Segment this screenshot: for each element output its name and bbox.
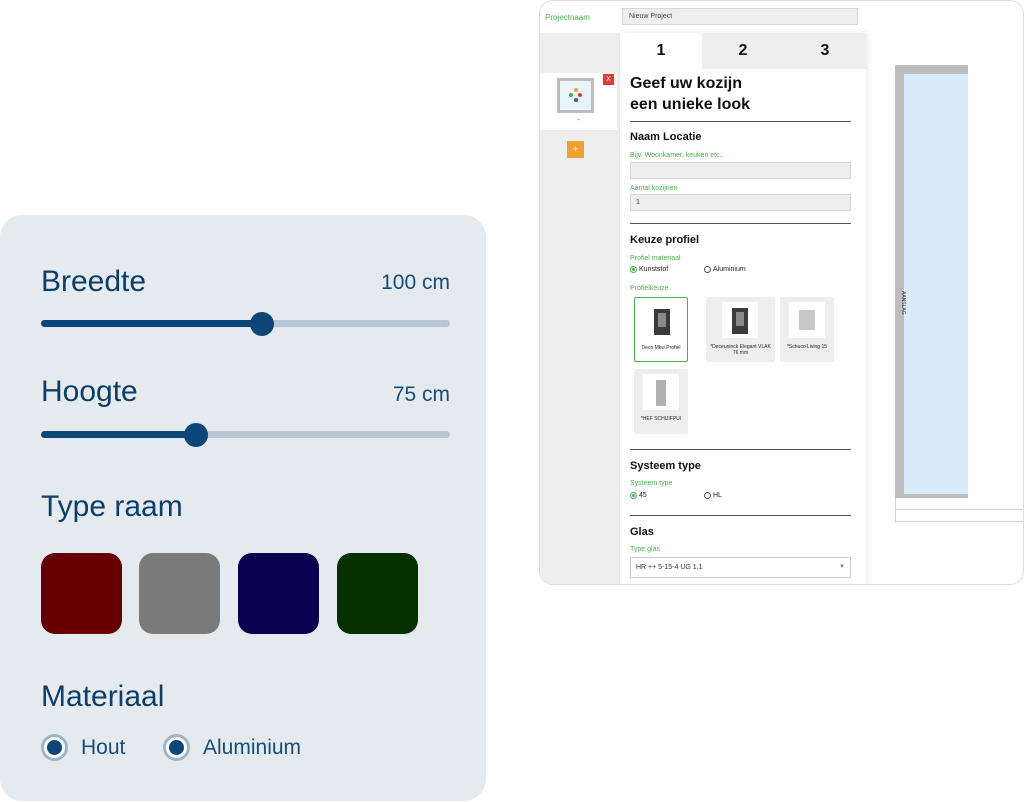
height-value: 75 cm	[392, 383, 450, 406]
width-label: Breedte	[41, 265, 147, 298]
width-value: 100 cm	[381, 271, 450, 294]
profile-image	[643, 374, 679, 410]
project-name-label: Projectnaam	[545, 13, 590, 22]
preview-side-label: AANSLAG	[900, 291, 906, 315]
material-option-label: Aluminium	[713, 266, 746, 273]
height-slider-fill	[41, 431, 196, 438]
chevron-down-icon: ▼	[839, 564, 845, 570]
window-thumbnail	[557, 78, 594, 113]
step-tabs: 1 2 3	[620, 33, 866, 69]
profile-image	[789, 302, 825, 338]
glass-pane	[904, 74, 968, 494]
width-slider[interactable]	[41, 312, 450, 336]
material-option-label: Kunststof	[639, 266, 669, 273]
heading-line-2: een unieke look	[630, 96, 751, 113]
radio-unselected-icon	[704, 266, 711, 273]
heading-line-1: Geef uw kozijn	[630, 75, 743, 92]
dimension-line	[895, 509, 1023, 510]
profile-option[interactable]: *Schuco Living 15	[780, 297, 834, 362]
profile-option-label: Deco Mkw Profiel	[641, 345, 681, 351]
color-swatch-navy[interactable]	[238, 553, 319, 634]
color-swatch-grey[interactable]	[139, 553, 220, 634]
system-option-label: HL	[713, 492, 722, 499]
divider	[630, 223, 851, 224]
material-radio-aluminium[interactable]: Aluminium	[704, 266, 746, 273]
tab-step-3[interactable]: 3	[784, 33, 866, 69]
profile-option[interactable]: *HEF SCHUIFPUI	[634, 369, 688, 434]
width-slider-fill	[41, 320, 262, 327]
profile-choice-label: Profielkeuze	[630, 285, 669, 292]
radio-selected-icon	[630, 266, 637, 273]
profile-option-label: *Schuco Living 15	[786, 344, 828, 350]
radio-selected-icon	[163, 734, 190, 761]
window-type-title: Type raam	[41, 490, 183, 523]
add-window-button[interactable]: +	[567, 141, 584, 158]
material-radio-kunststof[interactable]: Kunststof	[630, 266, 668, 273]
project-name-input[interactable]: Nieuw Project	[622, 8, 858, 25]
divider	[630, 515, 851, 516]
glass-section-title: Glas	[630, 526, 654, 538]
location-name-label: Bijv. Woonkamer, keuken etc..	[630, 152, 724, 159]
tab-step-2[interactable]: 2	[702, 33, 784, 69]
window-count-input[interactable]: 1	[630, 194, 851, 211]
system-radio-hl[interactable]: HL	[704, 492, 722, 499]
project-bar: Projectnaam Nieuw Project	[540, 1, 1023, 33]
divider	[630, 449, 851, 450]
window-item-label: -	[577, 117, 580, 124]
window-preview	[895, 65, 968, 498]
profile-option-label: *Deceuninck Elegant VLAK 76 mm	[710, 344, 771, 356]
height-slider[interactable]	[41, 423, 450, 447]
quick-config-card: Breedte 100 cm Hoogte 75 cm Type raam Ma…	[0, 215, 486, 801]
delete-window-button[interactable]: X	[603, 74, 614, 85]
system-option-label: 45	[639, 492, 647, 499]
tab-step-1[interactable]: 1	[620, 33, 702, 69]
system-section-title: Systeem type	[630, 460, 701, 472]
radio-unselected-icon	[704, 492, 711, 499]
system-radio-45[interactable]: 45	[630, 492, 647, 499]
profile-option[interactable]: *Deceuninck Elegant VLAK 76 mm	[706, 297, 775, 362]
profile-option-label: *HEF SCHUIFPUI	[640, 416, 682, 422]
system-type-label: Systeem type	[630, 480, 673, 487]
color-swatch-dark-green[interactable]	[337, 553, 418, 634]
profile-section-title: Keuze profiel	[630, 234, 700, 246]
dimension-line	[895, 521, 1023, 522]
divider	[630, 121, 851, 122]
profile-image	[722, 302, 758, 338]
location-name-input[interactable]	[630, 162, 851, 179]
configuration-form: 1 2 3 Geef uw kozijn een unieke look Naa…	[620, 33, 866, 584]
glass-type-value: HR ++ 5-15-4 UG 1,1	[636, 564, 703, 571]
window-list-sidebar: - X +	[540, 33, 620, 584]
window-count-label: Aantal kozijnen	[630, 185, 678, 192]
profile-material-label: Profiel materiaal	[630, 255, 681, 262]
profile-image	[644, 303, 680, 339]
material-title: Materiaal	[41, 680, 165, 713]
material-option-label: Aluminium	[203, 736, 302, 759]
glass-type-label: Type glas	[630, 546, 660, 553]
radio-selected-icon	[630, 492, 637, 499]
radio-selected-icon	[41, 734, 68, 761]
glass-type-select[interactable]: HR ++ 5-15-4 UG 1,1 ▼	[630, 557, 851, 578]
dimension-line	[895, 498, 896, 523]
width-slider-handle[interactable]	[250, 312, 274, 336]
profile-option[interactable]: Deco Mkw Profiel	[634, 297, 688, 362]
height-label: Hoogte	[41, 375, 138, 408]
height-slider-handle[interactable]	[184, 423, 208, 447]
color-swatch-dark-red[interactable]	[41, 553, 122, 634]
form-heading: Geef uw kozijn een unieke look	[630, 73, 851, 115]
location-section-title: Naam Locatie	[630, 131, 702, 143]
configurator-window: Projectnaam Nieuw Project - X + 1 2 3 Ge…	[539, 0, 1024, 585]
material-option-label: Hout	[81, 736, 126, 759]
